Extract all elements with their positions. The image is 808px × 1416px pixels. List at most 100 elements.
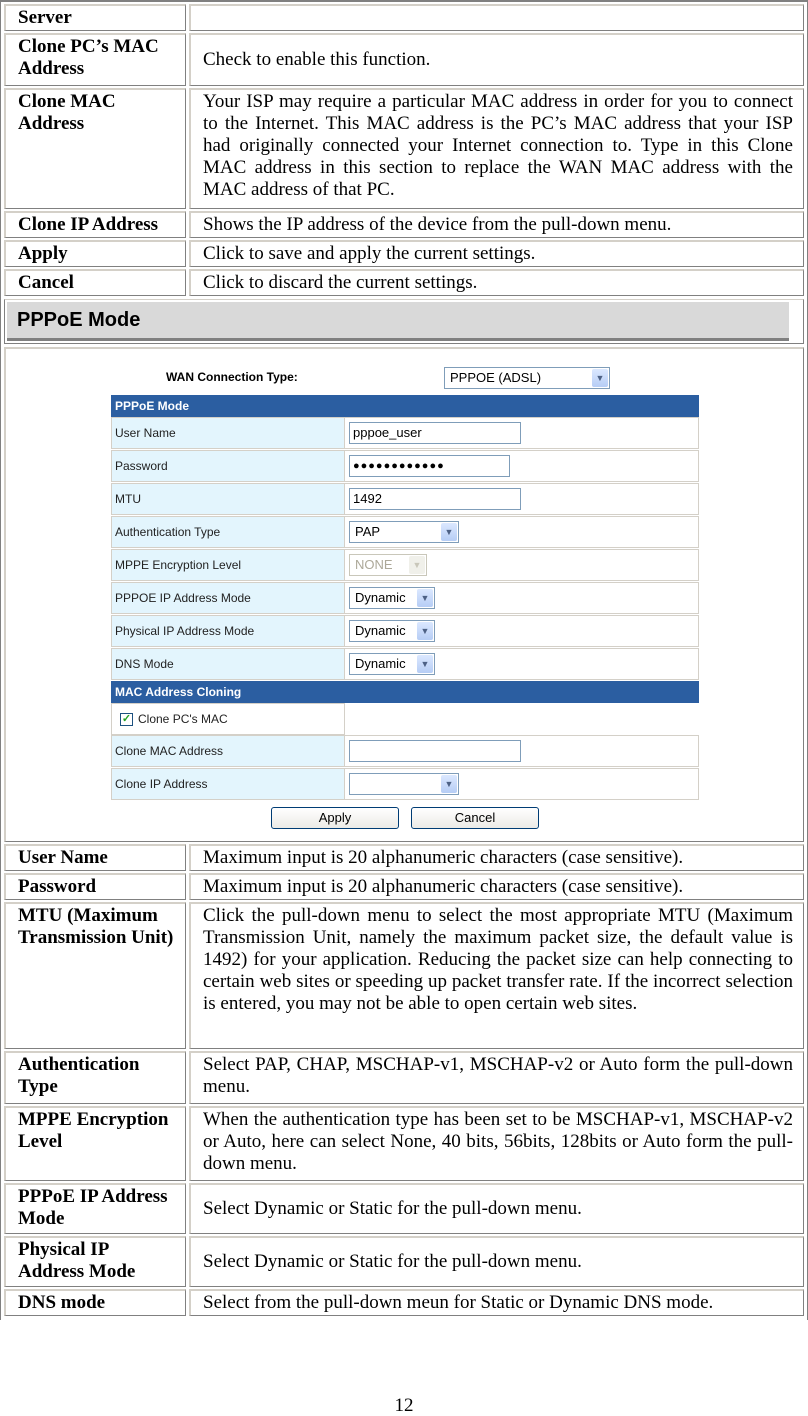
user-name-input[interactable]: pppoe_user (349, 422, 521, 444)
pppoe-mode-bar: PPPoE Mode (111, 395, 699, 417)
form-row-user-name: User Name pppoe_user (111, 417, 699, 450)
term-cell: Clone MAC Address (4, 88, 186, 209)
chevron-down-icon: ▼ (592, 369, 608, 387)
term-cell: MPPE Encryption Level (4, 1106, 186, 1181)
chevron-down-icon: ▼ (441, 523, 457, 541)
desc-cell: Select PAP, CHAP, MSCHAP-v1, MSCHAP-v2 o… (189, 1051, 804, 1104)
term-cell: MTU (Maximum Transmission Unit) (4, 902, 186, 1049)
desc-cell: Check to enable this function. (189, 33, 804, 86)
chevron-down-icon: ▼ (409, 556, 425, 574)
auth-type-value: PAP (355, 524, 381, 539)
field-label: Clone MAC Address (111, 735, 345, 767)
form-row-auth-type: Authentication Type PAP ▼ (111, 516, 699, 549)
wan-connection-row: WAN Connection Type: PPPOE (ADSL) ▼ (111, 361, 699, 395)
form-row-password: Password ●●●●●●●●●●●● (111, 450, 699, 483)
cancel-button[interactable]: Cancel (411, 807, 539, 829)
mtu-input[interactable]: 1492 (349, 488, 521, 510)
table-row: MTU (Maximum Transmission Unit) Click th… (4, 902, 804, 1049)
chevron-down-icon: ▼ (417, 655, 433, 673)
form-row-clone-pc-mac: ✓ Clone PC's MAC (111, 703, 699, 735)
chevron-down-icon: ▼ (417, 622, 433, 640)
table-row: Server (4, 4, 804, 31)
form-row-clone-mac: Clone MAC Address (111, 735, 699, 768)
table-row: DNS mode Select from the pull-down meun … (4, 1289, 804, 1316)
form-row-pppoe-ip-mode: PPPOE IP Address Mode Dynamic ▼ (111, 582, 699, 615)
form-buttons: Apply Cancel (111, 807, 699, 829)
field-label: DNS Mode (111, 648, 345, 680)
clone-ip-select[interactable]: ▼ (349, 773, 459, 795)
term-cell: Authentication Type (4, 1051, 186, 1104)
desc-cell (189, 4, 804, 31)
pppoe-settings-form: WAN Connection Type: PPPOE (ADSL) ▼ PPPo… (111, 361, 699, 829)
description-table: Server Clone PC’s MAC Address Check to e… (0, 0, 808, 1320)
term-cell: Cancel (4, 269, 186, 296)
password-input[interactable]: ●●●●●●●●●●●● (349, 455, 510, 477)
wan-connection-select[interactable]: PPPOE (ADSL) ▼ (444, 367, 610, 389)
section-header: PPPoE Mode (4, 299, 804, 344)
term-cell: Physical IP Address Mode (4, 1236, 186, 1287)
field-label: User Name (111, 417, 345, 449)
term-cell: Server (4, 4, 186, 31)
term-cell: Apply (4, 240, 186, 267)
field-label: MTU (111, 483, 345, 515)
page-number: 12 (394, 1395, 414, 1416)
section-title: PPPoE Mode (7, 302, 789, 341)
desc-cell: Select Dynamic or Static for the pull-do… (189, 1183, 804, 1234)
desc-cell: Click the pull-down menu to select the m… (189, 902, 804, 1049)
table-row: Clone PC’s MAC Address Check to enable t… (4, 33, 804, 86)
table-row: Authentication Type Select PAP, CHAP, MS… (4, 1051, 804, 1104)
router-screenshot: WAN Connection Type: PPPOE (ADSL) ▼ PPPo… (4, 347, 804, 842)
table-row: Apply Click to save and apply the curren… (4, 240, 804, 267)
table-row: Password Maximum input is 20 alphanumeri… (4, 873, 804, 900)
desc-cell: Select Dynamic or Static for the pull-do… (189, 1236, 804, 1287)
table-row: PPPoE IP Address Mode Select Dynamic or … (4, 1183, 804, 1234)
desc-cell: Click to discard the current settings. (189, 269, 804, 296)
term-cell: User Name (4, 844, 186, 871)
desc-cell: Click to save and apply the current sett… (189, 240, 804, 267)
term-cell: Password (4, 873, 186, 900)
field-label: PPPOE IP Address Mode (111, 582, 345, 614)
desc-cell: Select from the pull-down meun for Stati… (189, 1289, 804, 1316)
term-cell: DNS mode (4, 1289, 186, 1316)
form-row-dns-mode: DNS Mode Dynamic ▼ (111, 648, 699, 681)
field-label: Physical IP Address Mode (111, 615, 345, 647)
clone-mac-input[interactable] (349, 740, 521, 762)
mppe-select[interactable]: NONE ▼ (349, 554, 427, 576)
table-row: Clone IP Address Shows the IP address of… (4, 211, 804, 238)
clone-pc-mac-checkbox[interactable]: ✓ (120, 712, 133, 726)
desc-cell: Maximum input is 20 alphanumeric charact… (189, 844, 804, 871)
table-row: Cancel Click to discard the current sett… (4, 269, 804, 296)
desc-cell: Your ISP may require a particular MAC ad… (189, 88, 804, 209)
physical-ip-mode-select[interactable]: Dynamic ▼ (349, 620, 435, 642)
term-cell: Clone PC’s MAC Address (4, 33, 186, 86)
mac-cloning-bar: MAC Address Cloning (111, 681, 699, 703)
desc-cell: Maximum input is 20 alphanumeric charact… (189, 873, 804, 900)
table-row: User Name Maximum input is 20 alphanumer… (4, 844, 804, 871)
apply-button[interactable]: Apply (271, 807, 399, 829)
dns-mode-value: Dynamic (355, 656, 406, 671)
field-label: Authentication Type (111, 516, 345, 548)
dns-mode-select[interactable]: Dynamic ▼ (349, 653, 435, 675)
physical-ip-mode-value: Dynamic (355, 623, 406, 638)
chevron-down-icon: ▼ (417, 589, 433, 607)
table-row: Physical IP Address Mode Select Dynamic … (4, 1236, 804, 1287)
mppe-value: NONE (355, 557, 393, 572)
form-row-physical-ip-mode: Physical IP Address Mode Dynamic ▼ (111, 615, 699, 648)
wan-connection-value: PPPOE (ADSL) (450, 370, 542, 385)
table-row: Clone MAC Address Your ISP may require a… (4, 88, 804, 209)
auth-type-select[interactable]: PAP ▼ (349, 521, 459, 543)
form-row-mtu: MTU 1492 (111, 483, 699, 516)
table-row: MPPE Encryption Level When the authentic… (4, 1106, 804, 1181)
form-row-clone-ip: Clone IP Address ▼ (111, 768, 699, 801)
term-cell: Clone IP Address (4, 211, 186, 238)
desc-cell: Shows the IP address of the device from … (189, 211, 804, 238)
form-row-mppe: MPPE Encryption Level NONE ▼ (111, 549, 699, 582)
field-label: Clone IP Address (111, 768, 345, 800)
field-label: Password (111, 450, 345, 482)
desc-cell: When the authentication type has been se… (189, 1106, 804, 1181)
wan-connection-label: WAN Connection Type: (166, 370, 298, 384)
term-cell: PPPoE IP Address Mode (4, 1183, 186, 1234)
pppoe-ip-mode-select[interactable]: Dynamic ▼ (349, 587, 435, 609)
field-label: MPPE Encryption Level (111, 549, 345, 581)
chevron-down-icon: ▼ (441, 775, 457, 793)
